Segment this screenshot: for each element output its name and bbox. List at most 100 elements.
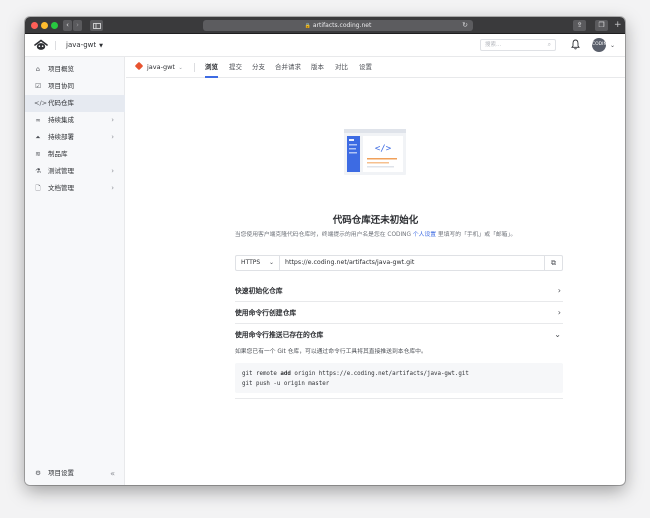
coding-logo-icon[interactable] bbox=[34, 39, 48, 51]
tab-merge-requests[interactable]: 合并请求 bbox=[275, 57, 301, 78]
subnav-divider bbox=[194, 63, 195, 72]
search-icon: ⌕ bbox=[547, 41, 551, 48]
section-header[interactable]: 快速初始化仓库 › bbox=[235, 280, 563, 302]
section-title: 使用命令行创建仓库 bbox=[235, 309, 297, 317]
caret-down-icon: ⌄ bbox=[176, 65, 183, 71]
project-name: java-gwt bbox=[66, 41, 97, 49]
forward-icon[interactable]: › bbox=[73, 20, 82, 31]
infinity-icon: ∞ bbox=[35, 116, 41, 124]
chevron-right-icon: › bbox=[111, 184, 114, 192]
chevron-right-icon: › bbox=[111, 116, 114, 124]
tab-compare[interactable]: 对比 bbox=[335, 57, 348, 78]
protocol-select[interactable]: HTTPS ⌄ bbox=[236, 256, 280, 270]
sidebar-item-testing[interactable]: ⚗ 测试管理 › bbox=[25, 163, 125, 180]
gear-icon: ⚙ bbox=[35, 469, 41, 477]
sidebar-item-label: 项目设置 bbox=[48, 469, 74, 477]
browser-toolbar: ‹ › 🔒 artifacts.coding.net ↻ ⇪ ❐ + bbox=[25, 17, 625, 34]
section-header[interactable]: 使用命令行创建仓库 › bbox=[235, 302, 563, 324]
minimize-window-button[interactable] bbox=[41, 22, 48, 29]
sidebar-item-label: 文档管理 bbox=[48, 184, 74, 192]
chevron-down-icon[interactable]: ⌄ bbox=[610, 40, 615, 51]
chevron-down-icon: ⌄ bbox=[268, 259, 274, 266]
empty-state-title: 代码仓库还未初始化 bbox=[332, 215, 419, 226]
sidebar-toggle-icon[interactable] bbox=[90, 20, 103, 31]
collapse-sidebar-icon[interactable]: « bbox=[110, 465, 115, 482]
bell-icon[interactable] bbox=[571, 39, 580, 50]
repo-subnav: java-gwt ⌄ 浏览 提交 分支 合并请求 版本 对比 设置 bbox=[126, 57, 625, 78]
share-icon[interactable]: ⇪ bbox=[573, 20, 586, 31]
section-push-existing: 使用命令行推送已存在的仓库 ⌄ 如果您已有一个 Git 仓库，可以通过命令行工具… bbox=[235, 324, 563, 399]
sidebar-item-label: 项目概览 bbox=[48, 65, 74, 73]
tab-browse[interactable]: 浏览 bbox=[205, 57, 218, 78]
hint-text-after: 里填写的「手机」或「邮箱」。 bbox=[436, 232, 517, 238]
git-icon bbox=[134, 61, 144, 71]
hint-text-before: 当您使用客户端克隆代码仓库时，终端提示的用户名是您在 CODING bbox=[234, 232, 413, 238]
layers-icon: ≋ bbox=[35, 150, 41, 158]
sidebar-item-label: 持续部署 bbox=[48, 133, 74, 141]
new-tab-icon[interactable]: + bbox=[614, 20, 622, 31]
lock-icon: 🔒 bbox=[304, 23, 311, 29]
chevron-right-icon: › bbox=[557, 286, 561, 295]
tab-branches[interactable]: 分支 bbox=[252, 57, 265, 78]
avatar[interactable]: CODING bbox=[592, 38, 610, 52]
close-window-button[interactable] bbox=[31, 22, 38, 29]
sidebar-item-cd[interactable]: ⏶ 持续部署 › bbox=[25, 129, 125, 146]
sidebar: ⌂ 项目概览 ☑ 项目协同 </> 代码仓库 ∞ 持续集成 › ⏶ 持续部署 ›… bbox=[25, 57, 125, 485]
section-title: 使用命令行推送已存在的仓库 bbox=[235, 331, 324, 339]
home-icon: ⌂ bbox=[35, 65, 41, 73]
clone-url-input[interactable] bbox=[285, 256, 545, 270]
code-block[interactable]: git remote add origin https://e.coding.n… bbox=[235, 363, 563, 393]
sidebar-item-artifacts[interactable]: ≋ 制品库 bbox=[25, 146, 125, 163]
caret-down-icon: ▼ bbox=[99, 43, 103, 49]
sidebar-item-docs[interactable]: 🗋 文档管理 › bbox=[25, 180, 125, 197]
tab-commits[interactable]: 提交 bbox=[229, 57, 242, 78]
document-icon: 🗋 bbox=[35, 184, 41, 192]
section-description: 如果您已有一个 Git 仓库，可以通过命令行工具将其直接推送到本仓库中。 bbox=[235, 349, 427, 355]
code-line: git push -u origin master bbox=[242, 381, 330, 387]
protocol-value: HTTPS bbox=[241, 259, 261, 266]
copy-icon[interactable]: ⧉ bbox=[544, 256, 562, 270]
sidebar-item-label: 测试管理 bbox=[48, 167, 74, 175]
code-keyword: add bbox=[280, 371, 291, 377]
address-url: artifacts.coding.net bbox=[312, 22, 372, 29]
empty-repo-illustration: </> bbox=[344, 129, 406, 175]
back-icon[interactable]: ‹ bbox=[63, 20, 72, 31]
sidebar-item-code-repo[interactable]: </> 代码仓库 bbox=[25, 95, 125, 112]
tab-releases[interactable]: 版本 bbox=[311, 57, 324, 78]
sidebar-item-collaboration[interactable]: ☑ 项目协同 bbox=[25, 78, 125, 95]
code-text: origin https://e.coding.net/artifacts/ja… bbox=[290, 371, 469, 377]
personal-settings-link[interactable]: 个人设置 bbox=[413, 232, 436, 238]
sidebar-item-ci[interactable]: ∞ 持续集成 › bbox=[25, 112, 125, 129]
tab-overview-icon[interactable]: ❐ bbox=[595, 20, 608, 31]
code-text: git remote bbox=[242, 371, 281, 377]
browser-window: ‹ › 🔒 artifacts.coding.net ↻ ⇪ ❐ + java-g… bbox=[25, 17, 625, 485]
chevron-right-icon: › bbox=[557, 308, 561, 317]
repo-name: java-gwt bbox=[147, 63, 175, 71]
sidebar-item-label: 持续集成 bbox=[48, 116, 74, 124]
header-divider bbox=[55, 41, 56, 50]
sidebar-item-label: 制品库 bbox=[48, 150, 68, 158]
sidebar-item-label: 项目协同 bbox=[48, 82, 74, 90]
project-switcher[interactable]: java-gwt ▼ bbox=[66, 40, 103, 52]
sidebar-item-label: 代码仓库 bbox=[48, 99, 74, 107]
chevron-right-icon: › bbox=[111, 167, 114, 175]
zoom-window-button[interactable] bbox=[51, 22, 58, 29]
sidebar-item-overview[interactable]: ⌂ 项目概览 bbox=[25, 61, 125, 78]
code-line: git remote add origin https://e.coding.n… bbox=[242, 369, 556, 379]
search-placeholder: 搜索... bbox=[485, 42, 502, 48]
rocket-icon: ⏶ bbox=[35, 133, 41, 141]
flask-icon: ⚗ bbox=[35, 167, 41, 175]
section-quick-init[interactable]: 快速初始化仓库 › bbox=[235, 280, 563, 302]
tab-settings[interactable]: 设置 bbox=[359, 57, 372, 78]
reload-icon[interactable]: ↻ bbox=[462, 20, 468, 31]
sidebar-item-settings[interactable]: ⚙ 项目设置 « bbox=[25, 465, 125, 482]
section-header[interactable]: 使用命令行推送已存在的仓库 ⌄ bbox=[235, 324, 563, 346]
code-icon: </> bbox=[34, 99, 48, 107]
section-create-cli[interactable]: 使用命令行创建仓库 › bbox=[235, 302, 563, 324]
address-bar[interactable]: 🔒 artifacts.coding.net ↻ bbox=[203, 20, 473, 31]
chevron-down-icon: ⌄ bbox=[554, 330, 561, 339]
app-header: java-gwt ▼ 搜索... ⌕ CODING ⌄ bbox=[25, 34, 625, 57]
checkbox-icon: ☑ bbox=[35, 82, 41, 90]
repo-selector[interactable]: java-gwt ⌄ bbox=[134, 57, 183, 78]
search-input[interactable]: 搜索... ⌕ bbox=[480, 39, 556, 51]
